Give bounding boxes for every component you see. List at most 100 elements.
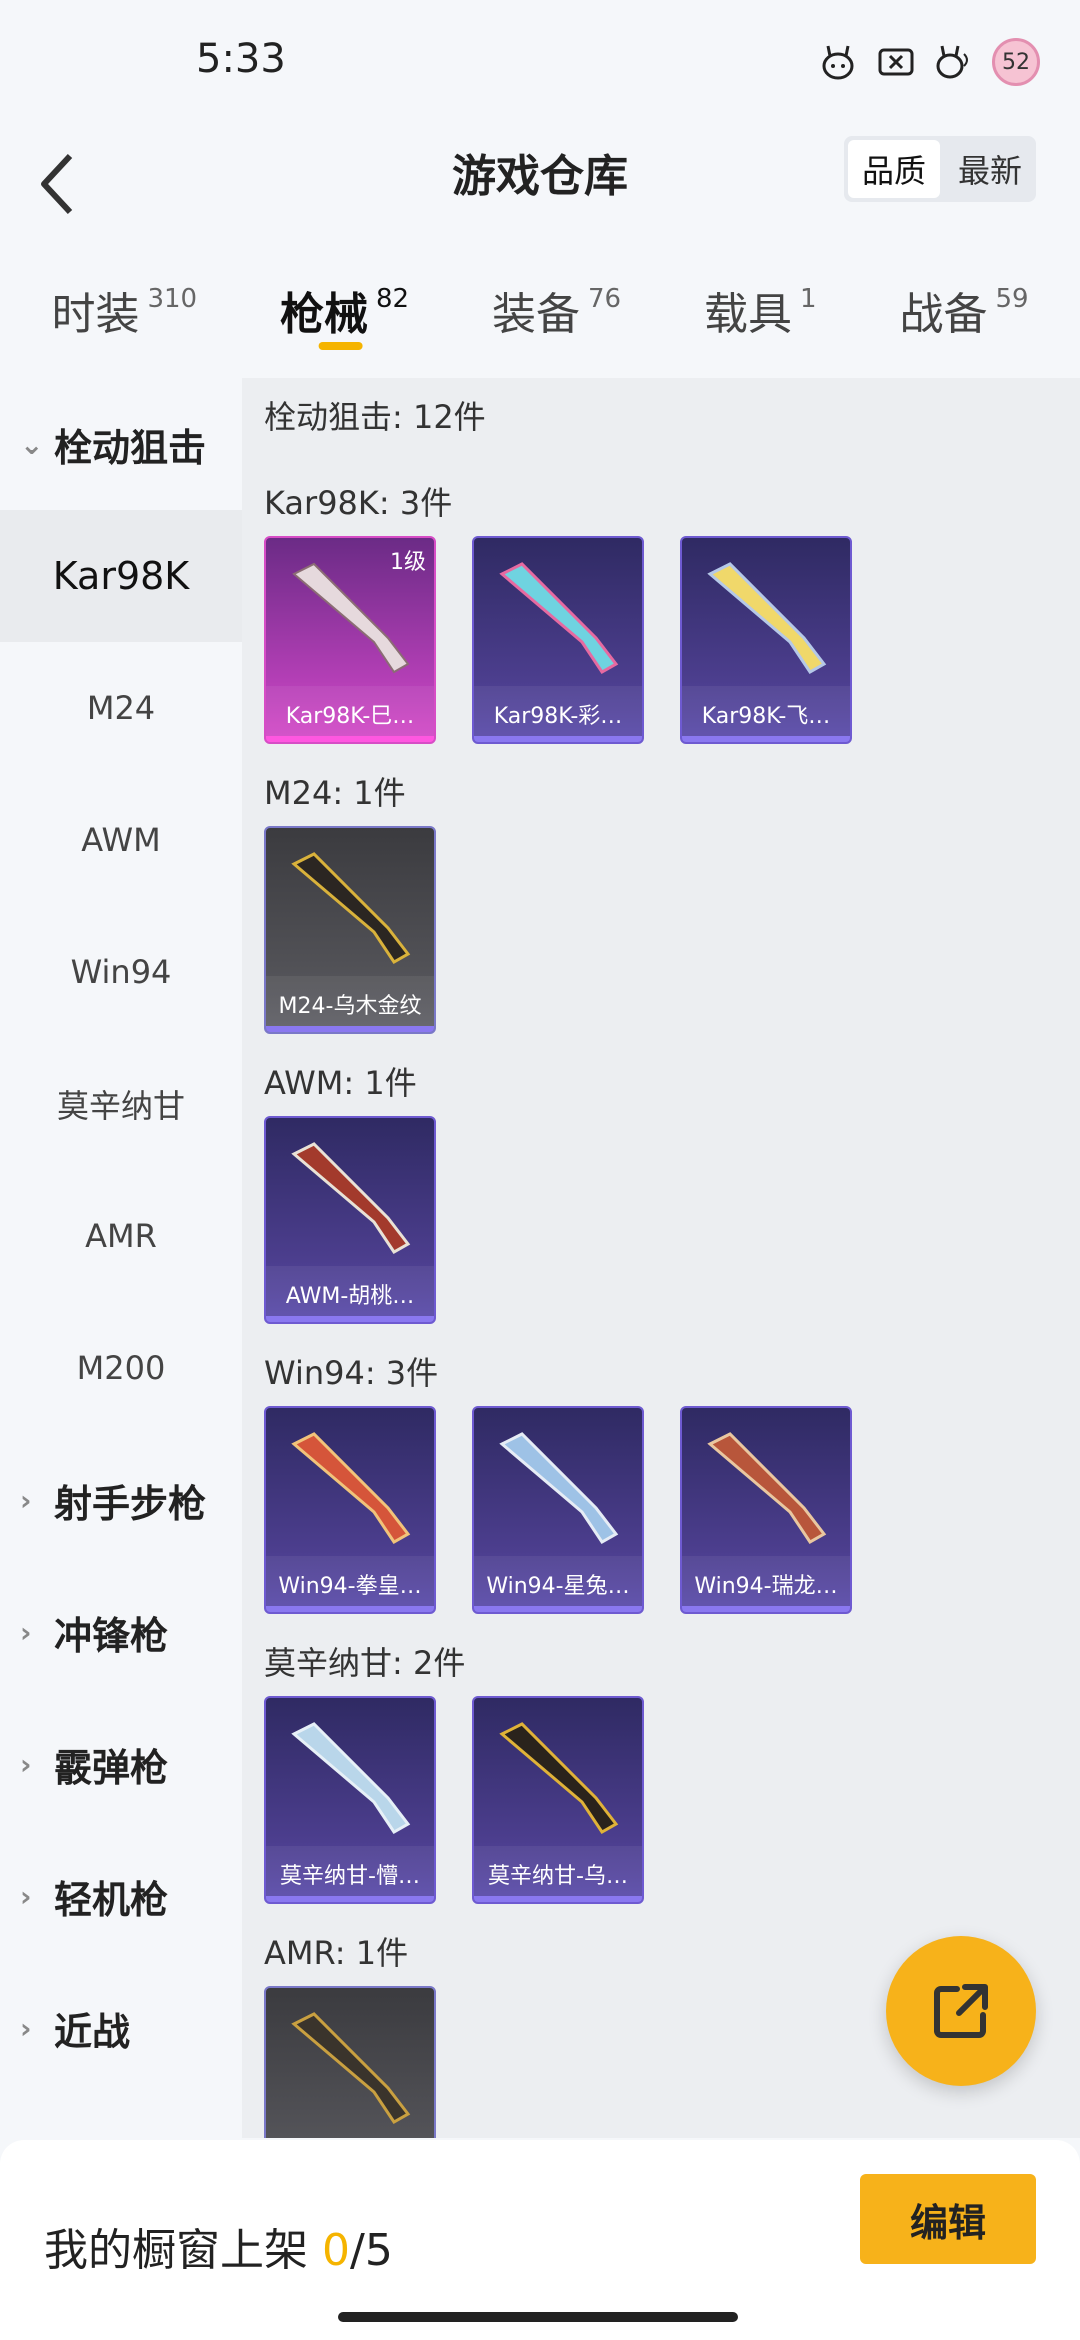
tab-label: 载具: [704, 289, 792, 340]
tab-supplies[interactable]: 战备 59: [899, 262, 1028, 372]
sidebar-item-mosin[interactable]: 莫辛纳甘: [0, 1038, 242, 1170]
sidebar-category-lmg[interactable]: › 轻机枪: [0, 1830, 242, 1962]
sidebar-item-win94[interactable]: Win94: [0, 906, 242, 1038]
weapon-card[interactable]: 莫辛纳甘-懵…: [264, 1696, 436, 1904]
rifle-icon: [291, 852, 411, 964]
section-title: 莫辛纳甘: 2件: [264, 1644, 466, 1682]
rarity-bar: [266, 1896, 434, 1902]
weapon-card[interactable]: 1级 Kar98K-巳…: [264, 536, 436, 744]
weapon-card[interactable]: 莫辛纳甘-乌…: [472, 1696, 644, 1904]
sidebar-item-kar98k[interactable]: Kar98K: [0, 510, 242, 642]
weapon-card[interactable]: Win94-星兔…: [472, 1406, 644, 1614]
weapon-name: M24-乌木金纹: [266, 976, 434, 1032]
tab-equipment[interactable]: 装备 76: [492, 262, 621, 372]
sidebar-category-shotgun[interactable]: › 霰弹枪: [0, 1698, 242, 1830]
home-indicator[interactable]: [338, 2312, 738, 2322]
tab-count: 59: [995, 284, 1029, 314]
rifle-icon: [291, 1722, 411, 1834]
chevron-right-icon: ›: [20, 2011, 32, 2045]
weapon-card[interactable]: [264, 1986, 436, 2138]
item-row: 1级 Kar98K-巳… Kar98K-彩… Kar98K-飞…: [242, 536, 1080, 744]
weapon-name: AWM-胡桃…: [266, 1266, 434, 1322]
rarity-bar: [474, 1606, 642, 1612]
tab-fashion[interactable]: 时装 310: [51, 262, 197, 372]
tab-count: 1: [800, 284, 817, 314]
rarity-bar: [474, 736, 642, 742]
rifle-icon: [499, 1722, 619, 1834]
item-row: 莫辛纳甘-懵… 莫辛纳甘-乌…: [242, 1696, 1080, 1904]
sidebar-category-label: 霰弹枪: [54, 1745, 169, 1790]
sort-toggle: 品质 最新: [844, 136, 1036, 202]
avatar-badge: 52: [992, 38, 1040, 86]
section-title: M24: 1件: [264, 774, 406, 812]
weapon-sidebar: ⌄ 栓动狙击 Kar98K M24 AWM Win94 莫辛纳甘 AMR M20…: [0, 378, 242, 2138]
qq-rabbit-icon: [818, 42, 858, 82]
weapon-card[interactable]: Win94-瑞龙…: [680, 1406, 852, 1614]
section-title: Kar98K: 3件: [264, 484, 453, 522]
weapon-card[interactable]: AWM-胡桃…: [264, 1116, 436, 1324]
chevron-right-icon: ›: [20, 1747, 32, 1781]
sidebar-item-m200[interactable]: M200: [0, 1302, 242, 1434]
tab-guns[interactable]: 枪械 82: [280, 262, 409, 372]
weapon-name: Kar98K-彩…: [474, 686, 642, 742]
rarity-bar: [266, 1316, 434, 1322]
rifle-icon: [291, 1432, 411, 1544]
status-icons: 52: [818, 38, 1040, 86]
weapon-card[interactable]: Win94-拳皇…: [264, 1406, 436, 1614]
tab-label: 装备: [492, 289, 580, 340]
sidebar-item-m24[interactable]: M24: [0, 642, 242, 774]
weapon-name: Win94-瑞龙…: [682, 1556, 850, 1612]
rarity-bar: [266, 1026, 434, 1032]
edit-button[interactable]: 编辑: [860, 2174, 1036, 2264]
weapon-card[interactable]: Kar98K-彩…: [472, 536, 644, 744]
sidebar-category-label: 射手步枪: [54, 1481, 207, 1526]
rifle-icon: [707, 1432, 827, 1544]
chevron-right-icon: ›: [20, 1615, 32, 1649]
share-fab[interactable]: [886, 1936, 1036, 2086]
rifle-icon: [499, 562, 619, 674]
section-title: AWM: 1件: [264, 1064, 417, 1102]
weapon-card[interactable]: M24-乌木金纹: [264, 826, 436, 1034]
sidebar-category-melee[interactable]: › 近战: [0, 1962, 242, 2094]
rifle-icon: [291, 1142, 411, 1254]
item-row: AWM-胡桃…: [242, 1116, 1080, 1324]
weapon-name: Kar98K-飞…: [682, 686, 850, 742]
showcase-status: 我的橱窗上架 0/5: [44, 2214, 393, 2278]
tab-label: 战备: [899, 289, 988, 340]
sidebar-item-awm[interactable]: AWM: [0, 774, 242, 906]
weapon-name: 莫辛纳甘-懵…: [266, 1846, 434, 1902]
sort-quality-button[interactable]: 品质: [848, 140, 940, 198]
showcase-label: 我的橱窗上架: [44, 2225, 322, 2276]
summary-heading: 栓动狙击: 12件: [264, 398, 486, 436]
sidebar-category-bolt-sniper[interactable]: ⌄ 栓动狙击: [0, 378, 242, 510]
rifle-icon: [707, 562, 827, 674]
sort-newest-button[interactable]: 最新: [944, 136, 1036, 202]
weapon-card[interactable]: Kar98K-飞…: [680, 536, 852, 744]
rifle-icon: [291, 2012, 411, 2124]
rarity-bar: [682, 736, 850, 742]
sidebar-category-smg[interactable]: › 冲锋枪: [0, 1566, 242, 1698]
tab-count: 76: [588, 284, 622, 314]
level-badge: 1级: [390, 550, 426, 575]
weapon-list[interactable]: 栓动狙击: 12件 Kar98K: 3件 1级 Kar98K-巳… Kar98K…: [242, 378, 1080, 2138]
sidebar-item-amr[interactable]: AMR: [0, 1170, 242, 1302]
notification-clear-icon: [876, 42, 916, 82]
tab-active-indicator: [318, 342, 363, 350]
rabbit-wifi-icon: [934, 42, 974, 82]
sidebar-category-label: 轻机枪: [54, 1877, 169, 1922]
rarity-bar: [474, 1896, 642, 1902]
bottom-bar: 我的橱窗上架 0/5 编辑: [0, 2140, 1080, 2340]
sidebar-category-label: 近战: [54, 2009, 131, 2054]
chevron-right-icon: ›: [20, 1483, 32, 1517]
item-row: M24-乌木金纹: [242, 826, 1080, 1034]
tab-vehicles[interactable]: 载具 1: [704, 262, 817, 372]
sidebar-category-dmr[interactable]: › 射手步枪: [0, 1434, 242, 1566]
rifle-icon: [499, 1432, 619, 1544]
category-tabs: 时装 310 枪械 82 装备 76 载具 1 战备 59: [0, 262, 1080, 372]
weapon-name: Kar98K-巳…: [266, 686, 434, 742]
rarity-bar: [266, 1606, 434, 1612]
status-bar: 5:33 52: [0, 0, 1080, 120]
showcase-total: /5: [350, 2225, 393, 2276]
showcase-current: 0: [322, 2225, 350, 2276]
weapon-name: 莫辛纳甘-乌…: [474, 1846, 642, 1902]
